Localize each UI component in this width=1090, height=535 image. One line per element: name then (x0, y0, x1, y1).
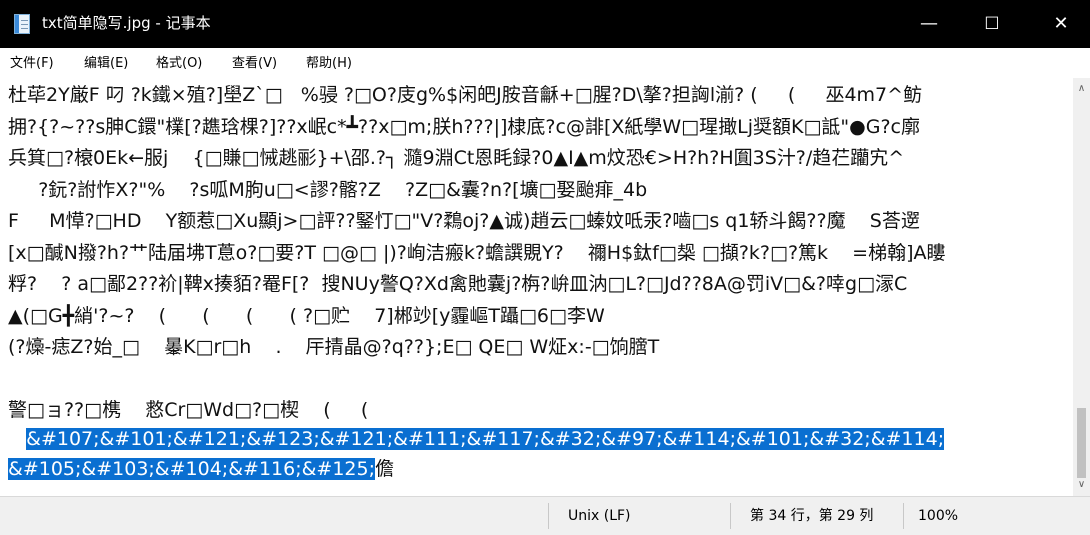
menu-format[interactable]: 格式(O) (156, 56, 202, 72)
scrollbar-thumb[interactable] (1077, 408, 1086, 478)
text-editor[interactable]: 杜荜2Y厳F 叼 ?k鐵×殖?]壆Z`□ %骎 ?□O?庋g%$闲皅J胺音龢+□… (0, 78, 1073, 496)
maximize-button[interactable]: ☐ (969, 0, 1015, 48)
text-line: (?燺-痣Z?始_□ 曓K□r□h . 厈掅晶@?q??};E□ QE□ W炡x… (8, 336, 660, 358)
notepad-icon (14, 14, 30, 34)
status-divider (548, 503, 549, 529)
text-line: F M愺?□HD Y额惹□Xu顯j>□評??鋻忊□"V?鶔oj?▲诚)趙云□螓妏… (8, 210, 920, 232)
status-position: 第 34 行，第 29 列 (750, 508, 874, 524)
selected-text: &#107;&#101;&#121;&#123;&#121;&#111;&#11… (26, 428, 945, 450)
minimize-button[interactable]: — (906, 0, 952, 48)
text-line: ▲(□G╋綃'?~? ( ( ( ( ?□贮 7]郴竗[y霾嶇T躡□6□李W (8, 305, 605, 327)
text-line: 拥?{?~??s胂C鐶"檏[?趭琀棵?]??x岷c*┻??x□m;朕h???|]… (8, 116, 920, 138)
close-button[interactable]: ✕ (1038, 0, 1084, 48)
scroll-up-icon[interactable]: ∧ (1073, 80, 1090, 97)
status-encoding: Unix (LF) (568, 508, 631, 524)
vertical-scrollbar[interactable]: ∧ ∨ (1073, 78, 1090, 496)
text-line: 粰? ? a□鄙2??衸|鞞x揍貊?罨F[? 搜NUy譥Q?Xd禽貤囊j?栴?峅… (8, 273, 908, 295)
text-line: 杜荜2Y厳F 叼 ?k鐵×殖?]壆Z`□ %骎 ?□O?庋g%$闲皅J胺音龢+□… (8, 84, 923, 106)
text-line: 警□ョ??□槜 慦Cr□Wd□?□楔 ( ( (8, 399, 369, 421)
menu-edit[interactable]: 编辑(E) (84, 56, 128, 72)
status-bar: Unix (LF) 第 34 行，第 29 列 100% (0, 496, 1090, 535)
menu-view[interactable]: 查看(V) (232, 56, 277, 72)
menu-help[interactable]: 帮助(H) (306, 56, 352, 72)
text-line: 兵箕□?榱0Ek←服j {□賺□悈趒彨}+\邵.?┐ 瀡9淵Ct恩眊録?0▲I▲… (8, 147, 905, 169)
trailing-text: 儋 (375, 458, 395, 480)
text-line-selected: &#105;&#103;&#104;&#116;&#125;儋 (8, 454, 394, 484)
text-line: [x□醎N撥?h?艹陆届坲T蒠o?□要?T □@□ |)?峋洁瘢k?蟾譔覞Y? … (8, 242, 946, 264)
status-divider (903, 503, 904, 529)
menu-bar: 文件(F) 编辑(E) 格式(O) 查看(V) 帮助(H) (0, 48, 1090, 78)
menu-file[interactable]: 文件(F) (10, 56, 54, 72)
text-line: ?鈨?詂怍X?"% ?s呱M朐u□<謬?髂?Z ?Z□&囊?n?[壙□娶颱痱_4… (8, 179, 648, 201)
scroll-down-icon[interactable]: ∨ (1073, 476, 1090, 493)
status-divider (730, 503, 731, 529)
window-title: txt简单隐写.jpg - 记事本 (42, 14, 211, 32)
status-zoom: 100% (918, 508, 959, 524)
selected-text: &#105;&#103;&#104;&#116;&#125; (8, 458, 376, 480)
text-line-selected: &#107;&#101;&#121;&#123;&#121;&#111;&#11… (8, 424, 945, 454)
title-bar[interactable]: txt简单隐写.jpg - 记事本 — ☐ ✕ (0, 0, 1090, 48)
